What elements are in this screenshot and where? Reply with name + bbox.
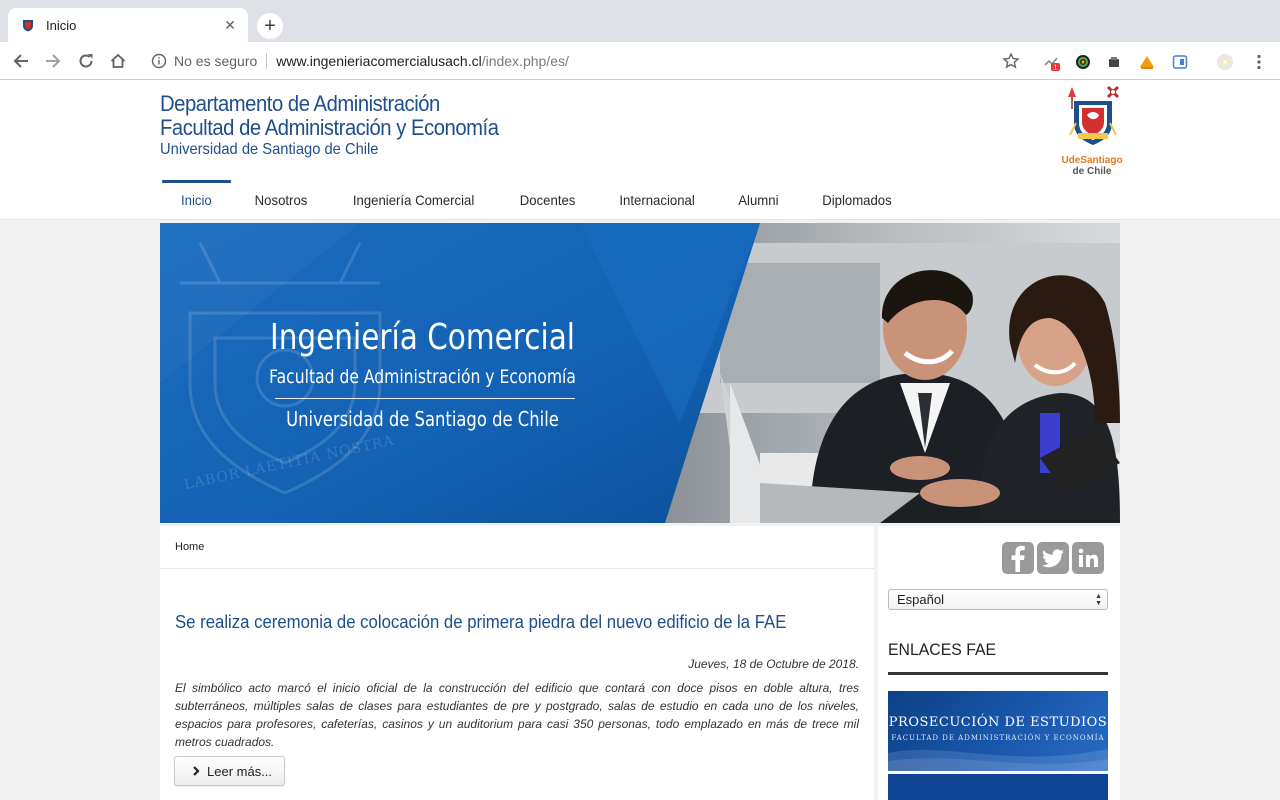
breadcrumb: Home	[160, 526, 874, 569]
tab-title: Inicio	[46, 17, 77, 33]
prosecucion-estudios-banner[interactable]: PROSECUCIÓN DE ESTUDIOS FACULTAD DE ADMI…	[888, 691, 1108, 771]
nav-item-inicio[interactable]: Inicio	[162, 180, 231, 220]
links-heading: ENLACES FAE	[888, 640, 997, 659]
banner-wave	[888, 749, 1108, 771]
forward-icon[interactable]	[42, 50, 64, 72]
nav-item-alumni[interactable]: Alumni	[720, 180, 798, 220]
second-link-banner[interactable]	[888, 774, 1108, 800]
hero-subtitle: Facultad de Administración y Economía	[269, 366, 576, 388]
banner-title: PROSECUCIÓN DE ESTUDIOS	[888, 715, 1108, 730]
nav-item-diplomados[interactable]: Diplomados	[803, 180, 910, 220]
browser-tab[interactable]: Inicio ✕	[8, 8, 248, 42]
read-more-button[interactable]: Leer más...	[174, 756, 286, 786]
logo-brand: UdeSantiago de Chile	[1060, 155, 1124, 177]
browser-tabstrip: Inicio ✕ +	[0, 0, 1280, 42]
site-favicon-icon	[20, 17, 36, 33]
extension-translate-icon[interactable]	[1171, 53, 1189, 71]
extension-clip-icon[interactable]	[1105, 53, 1123, 71]
new-tab-button[interactable]: +	[257, 13, 283, 39]
address-bar[interactable]: No es seguro www.ingenieriacomercialusac…	[140, 46, 1030, 76]
department-name[interactable]: Departamento de Administración	[160, 91, 440, 117]
security-status: No es seguro	[174, 53, 258, 69]
university-name[interactable]: Universidad de Santiago de Chile	[160, 141, 378, 159]
hero-university: Universidad de Santiago de Chile	[286, 407, 559, 431]
language-select-value: Español	[897, 592, 944, 607]
faculty-name[interactable]: Facultad de Administración y Economía	[160, 115, 499, 141]
browser-toolbar: No es seguro www.ingenieriacomercialusac…	[0, 42, 1280, 80]
article-title[interactable]: Se realiza ceremonia de colocación de pr…	[175, 612, 786, 633]
language-select[interactable]: Español ▲ ▼	[888, 589, 1108, 610]
extension-sync-icon[interactable]: 1	[1042, 53, 1060, 71]
article-body: El simbólico acto marcó el inicio oficia…	[175, 681, 859, 749]
browser-menu-icon[interactable]	[1250, 53, 1268, 71]
reload-icon[interactable]	[75, 50, 97, 72]
logo-brand-line1: UdeSantiago	[1061, 155, 1123, 166]
extension-color-icon[interactable]	[1074, 53, 1092, 71]
back-icon[interactable]	[10, 50, 32, 72]
main-content: Home Se realiza ceremonia de colocación …	[160, 526, 874, 800]
twitter-icon[interactable]	[1037, 542, 1069, 574]
read-more-label: Leer más...	[207, 763, 273, 779]
chevron-right-icon	[193, 766, 200, 776]
home-icon[interactable]	[107, 50, 129, 72]
profile-avatar[interactable]	[1216, 53, 1234, 71]
extension-badge: 1	[1054, 65, 1058, 72]
logo-brand-line2: de Chile	[1072, 166, 1112, 177]
site-header: Departamento de Administración Facultad …	[0, 80, 1280, 220]
hero-divider	[275, 398, 575, 399]
nav-item-nosotros[interactable]: Nosotros	[236, 180, 326, 220]
links-divider	[888, 672, 1108, 675]
banner-subtitle: FACULTAD DE ADMINISTRACIÓN Y ECONOMÍA	[891, 734, 1105, 742]
omnibox-divider	[266, 53, 268, 69]
main-navigation: Inicio Nosotros Ingeniería Comercial Doc…	[160, 180, 914, 220]
info-icon[interactable]	[150, 52, 168, 70]
nav-item-internacional[interactable]: Internacional	[601, 180, 714, 220]
url-host: www.ingenieriacomercialusach.cl	[276, 53, 482, 69]
extension-triangle-icon[interactable]	[1138, 53, 1156, 71]
hero-title: Ingeniería Comercial	[269, 317, 575, 358]
facebook-icon[interactable]	[1002, 542, 1034, 574]
nav-item-ingenieria-comercial[interactable]: Ingeniería Comercial	[334, 180, 493, 220]
hero-banner[interactable]: Ingeniería Comercial Facultad de Adminis…	[160, 223, 1120, 523]
breadcrumb-home[interactable]: Home	[175, 541, 204, 553]
linkedin-icon[interactable]	[1072, 542, 1104, 574]
article-date: Jueves, 18 de Octubre de 2018.	[688, 657, 859, 671]
nav-item-docentes[interactable]: Docentes	[501, 180, 594, 220]
bookmark-star-icon[interactable]	[1002, 52, 1020, 70]
tab-close-icon[interactable]: ✕	[222, 17, 238, 34]
url-path: /index.php/es/	[481, 53, 569, 69]
sidebar: Español ▲ ▼ ENLACES FAE PROSECUCIÓN DE ES…	[878, 526, 1120, 800]
select-arrows-icon: ▲ ▼	[1095, 593, 1102, 607]
